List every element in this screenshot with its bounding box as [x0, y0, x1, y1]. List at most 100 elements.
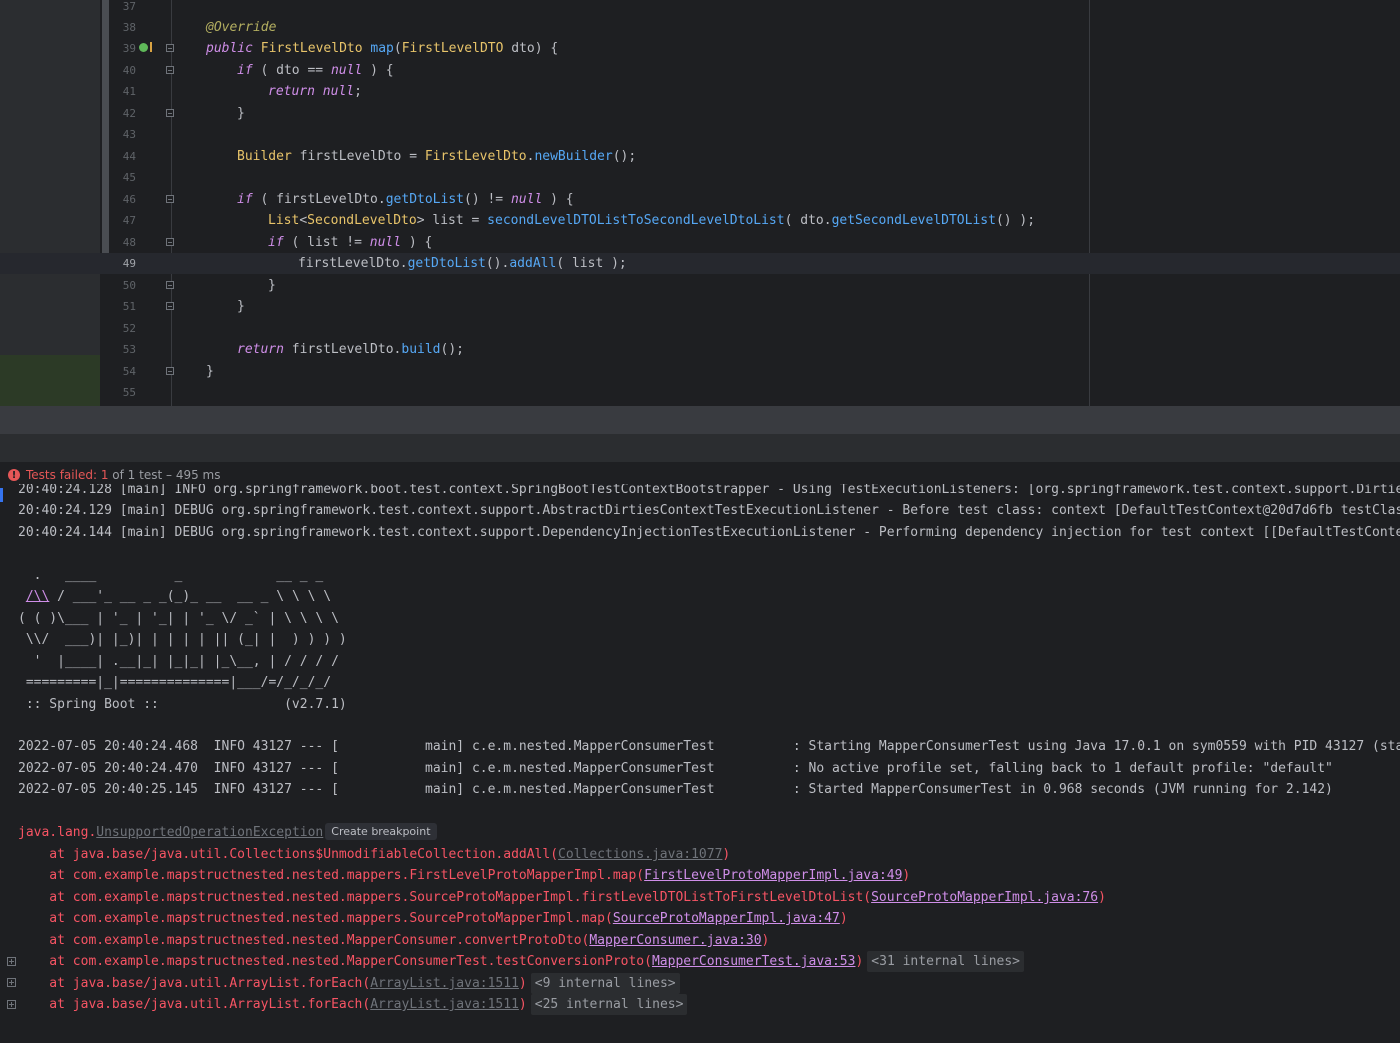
- code-line-current[interactable]: 49 firstLevelDto.getDtoList().addAll( li…: [0, 253, 1400, 274]
- code-line[interactable]: 42 }: [0, 103, 1400, 124]
- log-line: 2022-07-05 20:40:24.468 INFO 43127 --- […: [18, 739, 1400, 754]
- frame-text: at com.example.mapstructnested.nested.ma…: [18, 868, 645, 883]
- code-line[interactable]: 54 }: [0, 361, 1400, 382]
- frame-suffix: ): [855, 954, 864, 969]
- banner-line: ( ( )\___ | '_ | '_| | '_ \/ _` | \ \ \ …: [18, 611, 339, 626]
- frame-link[interactable]: MapperConsumerTest.java:53: [652, 954, 856, 969]
- exception-link[interactable]: UnsupportedOperationException: [96, 825, 323, 840]
- internal-lines-toggle[interactable]: <31 internal lines>: [867, 951, 1025, 972]
- frame-link[interactable]: FirstLevelProtoMapperImpl.java:49: [644, 868, 902, 883]
- frame-suffix: ): [518, 997, 527, 1012]
- log-line: 20:40:24.144 [main] DEBUG org.springfram…: [18, 525, 1400, 540]
- line-number: 38: [122, 21, 136, 34]
- frame-link[interactable]: SourceProtoMapperImpl.java:76: [871, 890, 1098, 905]
- stack-frame: at com.example.mapstructnested.nested.ma…: [18, 887, 1106, 908]
- code-text: }: [206, 364, 214, 379]
- line-number: 52: [122, 322, 136, 335]
- log-line: 2022-07-05 20:40:24.470 INFO 43127 --- […: [18, 761, 1333, 776]
- fold-icon[interactable]: [166, 195, 174, 203]
- code-text: if ( list != null ) {: [268, 235, 433, 250]
- code-text: List<SecondLevelDto> list = secondLevelD…: [268, 213, 1036, 228]
- fold-icon[interactable]: [166, 367, 174, 375]
- code-text: public FirstLevelDto map(FirstLevelDTO d…: [206, 41, 559, 56]
- frame-link[interactable]: ArrayList.java:1511: [370, 997, 519, 1012]
- frame-text: at java.base/java.util.ArrayList.forEach…: [18, 976, 371, 991]
- expand-icon[interactable]: [7, 1000, 16, 1009]
- code-text: return firstLevelDto.build();: [237, 342, 464, 357]
- code-line[interactable]: 48 if ( list != null ) {: [0, 232, 1400, 253]
- line-number: 40: [122, 64, 136, 77]
- code-editor[interactable]: 37 38 @Override 39 public FirstLevelDto …: [0, 0, 1400, 406]
- frame-link[interactable]: MapperConsumer.java:30: [589, 933, 761, 948]
- code-line[interactable]: 52: [0, 318, 1400, 339]
- total-tests: of 1 test: [112, 468, 163, 482]
- fold-icon[interactable]: [166, 238, 174, 246]
- frame-link[interactable]: SourceProtoMapperImpl.java:47: [613, 911, 840, 926]
- stack-frame: at com.example.mapstructnested.nested.ma…: [18, 865, 910, 886]
- frame-text: at com.example.mapstructnested.nested.Ma…: [18, 933, 590, 948]
- expand-icon[interactable]: [7, 978, 16, 987]
- frame-link[interactable]: Collections.java:1077: [558, 847, 722, 862]
- error-icon: !: [8, 469, 20, 481]
- banner-link[interactable]: /\\: [26, 589, 49, 604]
- code-line[interactable]: 55: [0, 382, 1400, 403]
- code-line[interactable]: 37: [0, 0, 1400, 17]
- create-breakpoint-button[interactable]: Create breakpoint: [325, 823, 437, 840]
- code-line[interactable]: 53 return firstLevelDto.build();: [0, 339, 1400, 360]
- stack-frame: at com.example.mapstructnested.nested.ma…: [18, 908, 847, 929]
- code-line[interactable]: 51 }: [0, 296, 1400, 317]
- banner-line: ' |____| .__|_| |_|_| |_\__, | / / / /: [18, 654, 339, 669]
- failed-count: 1: [100, 468, 109, 482]
- code-line[interactable]: 50 }: [0, 275, 1400, 296]
- fold-icon[interactable]: [166, 302, 174, 310]
- line-number: 41: [122, 85, 136, 98]
- fold-icon[interactable]: [166, 66, 174, 74]
- code-text: if ( firstLevelDto.getDtoList() != null …: [237, 192, 574, 207]
- stack-frame: at java.base/java.util.ArrayList.forEach…: [18, 994, 688, 1015]
- stack-frame: at java.base/java.util.ArrayList.forEach…: [18, 973, 680, 994]
- code-text: }: [237, 106, 245, 121]
- banner-line: /\\ / ___'_ __ _ _(_)_ __ __ _ \ \ \ \: [18, 586, 331, 607]
- code-text: if ( dto == null ) {: [237, 63, 394, 78]
- code-line[interactable]: 39 public FirstLevelDto map(FirstLevelDT…: [0, 38, 1400, 59]
- annotation: @Override: [206, 20, 277, 35]
- tests-failed-label: Tests failed:: [26, 468, 97, 482]
- line-number: 39: [122, 42, 136, 55]
- code-line[interactable]: 46 if ( firstLevelDto.getDtoList() != nu…: [0, 189, 1400, 210]
- run-toolbar: [0, 434, 1400, 463]
- console-output[interactable]: 20:40:24.128 [main] INFO org.springframe…: [0, 484, 1400, 1043]
- code-text: Builder firstLevelDto = FirstLevelDto.ne…: [237, 149, 637, 164]
- banner-text: / ___'_ __ _ _(_)_ __ __ _ \ \ \ \: [49, 589, 332, 604]
- stack-frame: at java.base/java.util.Collections$Unmod…: [18, 844, 730, 865]
- implements-icon[interactable]: [139, 42, 152, 52]
- frame-text: at com.example.mapstructnested.nested.ma…: [18, 911, 613, 926]
- frame-suffix: ): [1098, 890, 1106, 905]
- frame-text: at com.example.mapstructnested.nested.Ma…: [18, 954, 652, 969]
- fold-icon[interactable]: [166, 109, 174, 117]
- expand-icon[interactable]: [7, 957, 16, 966]
- internal-lines-toggle[interactable]: <9 internal lines>: [530, 973, 680, 994]
- frame-suffix: ): [518, 976, 527, 991]
- fold-icon[interactable]: [166, 44, 174, 52]
- code-line[interactable]: 41 return null;: [0, 81, 1400, 102]
- test-duration: – 495 ms: [166, 468, 221, 482]
- code-text: return null;: [268, 84, 362, 99]
- line-number: 43: [122, 128, 136, 141]
- frame-link[interactable]: ArrayList.java:1511: [370, 976, 519, 991]
- editor-bottom-bar: [0, 406, 1400, 434]
- line-number: 55: [122, 386, 136, 399]
- code-line[interactable]: 44 Builder firstLevelDto = FirstLevelDto…: [0, 146, 1400, 167]
- code-line[interactable]: 40 if ( dto == null ) {: [0, 60, 1400, 81]
- code-line[interactable]: 38 @Override: [0, 17, 1400, 38]
- banner-line: \\/ ___)| |_)| | | | | || (_| | ) ) ) ): [18, 632, 347, 647]
- code-line[interactable]: 45: [0, 167, 1400, 188]
- stack-frame: at com.example.mapstructnested.nested.Ma…: [18, 951, 1025, 972]
- code-line[interactable]: 43: [0, 124, 1400, 145]
- banner-text: [18, 589, 26, 604]
- fold-icon[interactable]: [166, 281, 174, 289]
- line-number: 45: [122, 171, 136, 184]
- internal-lines-toggle[interactable]: <25 internal lines>: [530, 994, 688, 1015]
- exception-line: java.lang.UnsupportedOperationException C…: [18, 822, 437, 843]
- line-number: 49: [122, 257, 136, 270]
- code-line[interactable]: 47 List<SecondLevelDto> list = secondLev…: [0, 210, 1400, 231]
